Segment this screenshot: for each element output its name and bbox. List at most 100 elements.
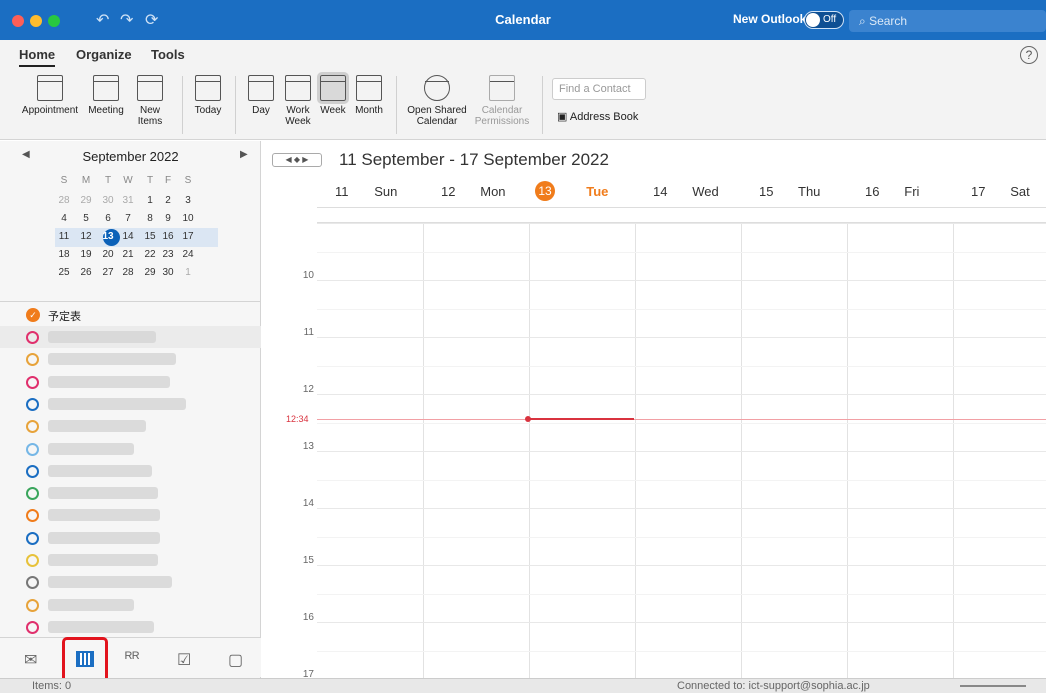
mini-calendar-day[interactable]: 24	[180, 246, 196, 263]
day-header[interactable]: 13 Tue	[547, 184, 608, 199]
mini-calendar-day[interactable]: 13	[100, 228, 116, 245]
address-book-button[interactable]: ▣ Address Book	[557, 110, 638, 123]
new-items-button[interactable]: New Items	[130, 75, 170, 127]
mini-calendar-day[interactable]: 15	[142, 228, 158, 245]
find-contact-input[interactable]: Find a Contact	[552, 78, 646, 100]
calendar-name-blurred	[48, 331, 156, 343]
time-slot-line	[317, 451, 1046, 452]
search-input[interactable]: ⌕ Search	[849, 10, 1046, 32]
day-header[interactable]: 16 Fri	[865, 184, 919, 199]
hour-label: 11	[303, 327, 314, 338]
tasks-icon[interactable]: ☑	[177, 650, 191, 670]
mini-calendar-day[interactable]: 14	[120, 228, 136, 245]
meeting-button[interactable]: Meeting	[84, 75, 128, 116]
mini-calendar-day[interactable]: 7	[120, 210, 136, 227]
mini-calendar-day[interactable]: 30	[160, 264, 176, 281]
mini-calendar-day[interactable]: 31	[120, 192, 136, 209]
week-navigation-control[interactable]: ◀ ◆ ▶	[272, 153, 322, 167]
mini-calendar-day[interactable]: 3	[180, 192, 196, 209]
new-outlook-toggle[interactable]: Off	[804, 11, 844, 29]
day-header[interactable]: 15 Thu	[759, 184, 820, 199]
calendar-item[interactable]: ✓ 予定表	[0, 304, 261, 326]
mini-calendar-day[interactable]: 26	[78, 264, 94, 281]
calendar-item[interactable]	[0, 415, 261, 437]
help-button[interactable]: ?	[1020, 46, 1038, 64]
calendar-color-ring-icon	[26, 353, 39, 367]
calendar-item[interactable]	[0, 594, 261, 616]
mini-calendar-day[interactable]: 6	[100, 210, 116, 227]
mini-calendar-day[interactable]: 29	[142, 264, 158, 281]
calendar-color-ring-icon	[26, 598, 39, 612]
time-grid[interactable]	[317, 223, 1046, 678]
calendar-item[interactable]	[0, 616, 261, 638]
mini-calendar-day[interactable]: 27	[100, 264, 116, 281]
new-items-icon	[137, 75, 163, 101]
time-slot-line	[317, 280, 1046, 281]
mini-calendar-day[interactable]: 5	[78, 210, 94, 227]
mini-calendar-day[interactable]: 30	[100, 192, 116, 209]
open-shared-calendar-button[interactable]: Open Shared Calendar	[404, 75, 470, 127]
current-time-label: 12:34	[286, 414, 309, 424]
zoom-slider[interactable]	[960, 685, 1026, 687]
day-header[interactable]: 12 Mon	[441, 184, 506, 199]
mini-calendar-day[interactable]: 1	[180, 264, 196, 281]
mini-calendar-day[interactable]: 21	[120, 246, 136, 263]
time-slot-line	[317, 536, 1046, 538]
calendar-item[interactable]	[0, 326, 261, 348]
tab-tools[interactable]: Tools	[151, 47, 185, 62]
calendar-item[interactable]	[0, 438, 261, 460]
tab-organize[interactable]: Organize	[76, 47, 132, 62]
mini-calendar-day[interactable]: 23	[160, 246, 176, 263]
permissions-label-1: Calendar	[481, 105, 523, 116]
all-day-row[interactable]	[317, 207, 1046, 223]
day-name: Fri	[904, 184, 920, 199]
mini-calendar-day[interactable]: 22	[142, 246, 158, 263]
people-icon[interactable]: ᴿᴿ	[125, 650, 139, 668]
week-view-button[interactable]: Week	[316, 72, 350, 116]
mini-calendar-day[interactable]: 8	[142, 210, 158, 227]
calendar-item[interactable]	[0, 348, 261, 370]
mail-icon[interactable]: ✉	[24, 650, 37, 670]
next-month-icon[interactable]: ▶	[240, 149, 248, 160]
mini-calendar-day[interactable]: 20	[100, 246, 116, 263]
calendar-item[interactable]	[0, 527, 261, 549]
mini-calendar-day[interactable]: 28	[56, 192, 72, 209]
calendar-color-ring-icon	[26, 375, 39, 389]
day-view-button[interactable]: Day	[244, 75, 278, 116]
mini-calendar-day[interactable]: 4	[56, 210, 72, 227]
date-range-title: 11 September - 17 September 2022	[339, 150, 609, 169]
day-header[interactable]: 14 Wed	[653, 184, 719, 199]
today-button[interactable]: Today	[189, 75, 227, 116]
calendar-item[interactable]	[0, 571, 261, 593]
mini-calendar-day[interactable]: 17	[180, 228, 196, 245]
calendar-name-blurred	[48, 531, 160, 544]
appointment-button[interactable]: Appointment	[20, 75, 80, 116]
mini-calendar-day[interactable]: 19	[78, 246, 94, 263]
day-header[interactable]: 11 Sun	[335, 184, 397, 199]
calendar-item[interactable]	[0, 482, 261, 504]
mini-calendar-day[interactable]: 12	[78, 228, 94, 245]
calendar-item[interactable]	[0, 460, 261, 482]
mini-calendar-day[interactable]: 1	[142, 192, 158, 209]
mini-calendar-day[interactable]: 9	[160, 210, 176, 227]
mini-calendar-day[interactable]: 28	[120, 264, 136, 281]
mini-calendar-day[interactable]: 18	[56, 246, 72, 263]
search-icon: ⌕	[859, 14, 866, 28]
mini-calendar-day[interactable]: 29	[78, 192, 94, 209]
week-view-label: Week	[320, 105, 346, 116]
mini-calendar-day[interactable]: 25	[56, 264, 72, 281]
calendar-item[interactable]	[0, 371, 261, 393]
mini-calendar-day[interactable]: 11	[56, 228, 72, 245]
notes-icon[interactable]: ▢	[228, 650, 243, 670]
month-view-button[interactable]: Month	[352, 75, 386, 116]
mini-calendar-day[interactable]: 16	[160, 228, 176, 245]
mini-calendar-day[interactable]: 2	[160, 192, 176, 209]
work-week-view-button[interactable]: Work Week	[281, 75, 315, 127]
day-header[interactable]: 17 Sat	[971, 184, 1030, 199]
calendar-item[interactable]	[0, 504, 261, 526]
tab-home[interactable]: Home	[19, 47, 56, 67]
calendar-permissions-button[interactable]: Calendar Permissions	[470, 75, 534, 127]
calendar-item[interactable]	[0, 549, 261, 571]
calendar-item[interactable]	[0, 393, 261, 415]
mini-calendar-day[interactable]: 10	[180, 210, 196, 227]
